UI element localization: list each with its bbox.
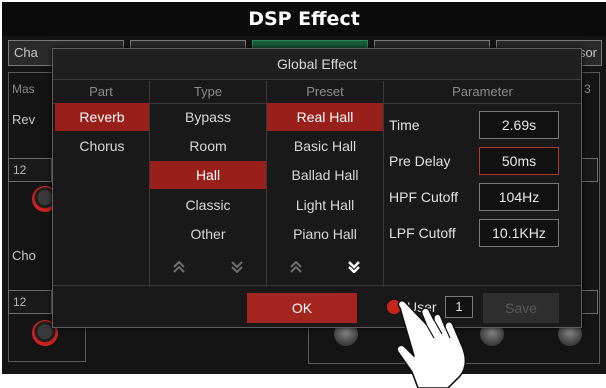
type-item-other[interactable]: Other xyxy=(150,220,266,248)
parameter-label-lpf-cutoff: LPF Cutoff xyxy=(389,225,456,241)
save-button[interactable]: Save xyxy=(483,293,559,323)
dialog-divider xyxy=(53,285,581,286)
parameter-label-pre-delay: Pre Delay xyxy=(389,153,451,169)
double-chevron-up-icon xyxy=(290,260,302,273)
global-effect-dialog: Global Effect Part Type Preset Parameter… xyxy=(52,48,582,328)
parameter-value-pre-delay[interactable]: 50ms xyxy=(479,147,559,175)
type-item-hall[interactable]: Hall xyxy=(150,161,266,189)
preset-scroll-up-button[interactable] xyxy=(267,249,325,283)
background-label-cho: Cho xyxy=(12,248,36,263)
type-item-classic[interactable]: Classic xyxy=(150,191,266,219)
column-header-part: Part xyxy=(53,81,149,104)
type-item-room[interactable]: Room xyxy=(150,132,266,160)
preset-scroll-down-button[interactable] xyxy=(325,249,383,283)
preset-item-light-hall[interactable]: Light Hall xyxy=(267,191,383,219)
device-display: DSP Effect Cha ssor Mas Rev 12 Cho 12 3 … xyxy=(2,2,606,374)
parameter-label-hpf-cutoff: HPF Cutoff xyxy=(389,189,458,205)
column-divider xyxy=(383,81,384,287)
double-chevron-down-icon xyxy=(348,260,360,274)
page-title: DSP Effect xyxy=(2,2,606,36)
background-value-box-2[interactable]: 12 xyxy=(8,290,52,314)
part-item-reverb[interactable]: Reverb xyxy=(55,103,149,131)
background-value-box-1[interactable]: 12 xyxy=(8,158,52,182)
parameter-value-hpf-cutoff[interactable]: 104Hz xyxy=(479,183,559,211)
column-header-type: Type xyxy=(150,81,266,104)
background-label-right: 3 xyxy=(584,82,591,96)
background-label-rev: Rev xyxy=(12,112,36,127)
parameter-label-time: Time xyxy=(389,117,420,133)
type-item-bypass[interactable]: Bypass xyxy=(150,103,266,131)
ok-button[interactable]: OK xyxy=(247,293,357,323)
preset-item-piano-hall[interactable]: Piano Hall xyxy=(267,220,383,248)
part-item-chorus[interactable]: Chorus xyxy=(55,132,149,160)
preset-item-basic-hall[interactable]: Basic Hall xyxy=(267,132,383,160)
type-scroll-down-button[interactable] xyxy=(208,249,266,283)
double-chevron-up-icon xyxy=(173,260,185,273)
parameter-value-lpf-cutoff[interactable]: 10.1KHz xyxy=(479,219,559,247)
dialog-title: Global Effect xyxy=(53,49,581,80)
double-chevron-down-icon xyxy=(231,261,243,274)
hand-pointer-icon xyxy=(396,300,467,388)
background-label-mas: Mas xyxy=(12,82,35,96)
screen: DSP Effect Cha ssor Mas Rev 12 Cho 12 3 … xyxy=(0,0,606,388)
preset-item-ballad-hall[interactable]: Ballad Hall xyxy=(267,161,383,189)
parameter-value-time[interactable]: 2.69s xyxy=(479,111,559,139)
type-scroll-up-button[interactable] xyxy=(150,249,208,283)
column-header-preset: Preset xyxy=(267,81,383,104)
column-header-parameter: Parameter xyxy=(384,81,581,104)
preset-item-real-hall[interactable]: Real Hall xyxy=(267,103,383,131)
